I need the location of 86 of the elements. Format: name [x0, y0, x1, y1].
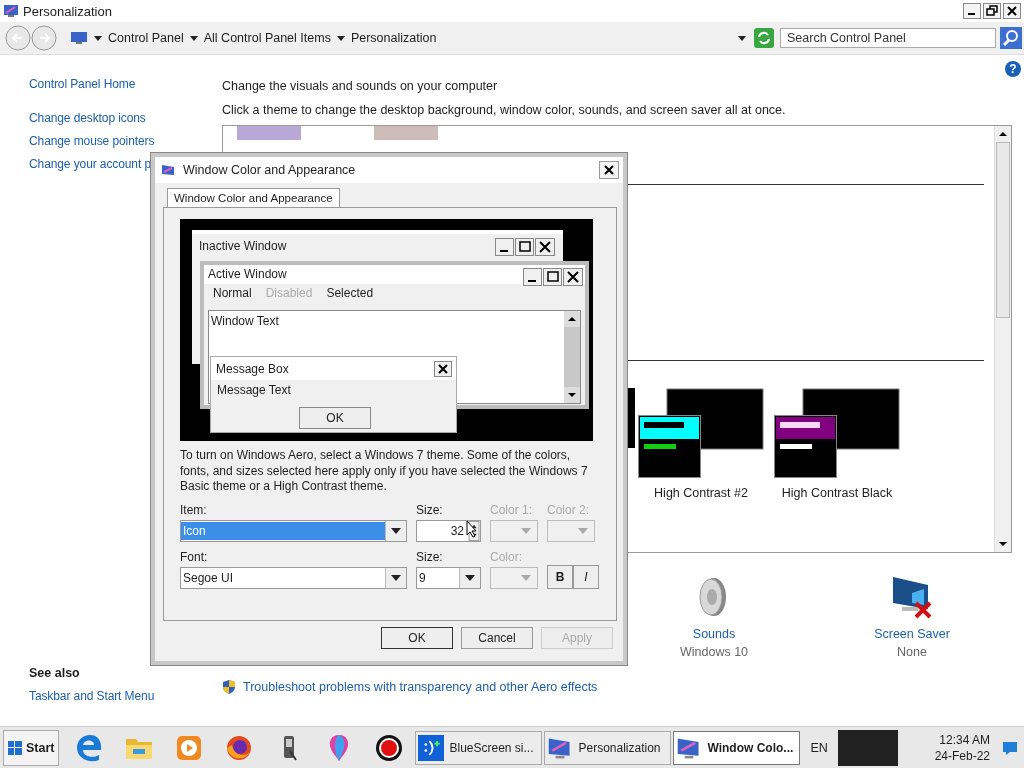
see-also-heading: See also	[29, 665, 81, 682]
color-dropdown[interactable]	[547, 519, 595, 542]
sad-face-icon	[418, 734, 445, 761]
dropdown-caret-icon[interactable]	[94, 35, 102, 41]
sidebar-link[interactable]: Control Panel Home	[29, 73, 222, 96]
dialog-title: Window Color and Appearance	[183, 163, 356, 177]
restore-button[interactable]	[983, 3, 1001, 19]
page-heading: Change the visuals and sounds on your computer	[222, 78, 499, 94]
dropdown-caret-icon	[391, 574, 401, 581]
window-buttons-icon	[523, 268, 583, 286]
window-title: Personalization	[23, 3, 112, 19]
window-title: Inactive Window	[198, 238, 287, 253]
field-label: Size:	[416, 502, 444, 517]
window-buttons-icon	[495, 238, 555, 256]
setting-link[interactable]: Screen Saver	[874, 627, 950, 641]
theme-label[interactable]: High Contrast Black	[781, 486, 893, 500]
theme-thumbnail[interactable]	[374, 126, 438, 140]
start-button[interactable]: Start	[3, 729, 60, 766]
notification-icon[interactable]	[1002, 740, 1018, 755]
setting-link[interactable]: Sounds	[692, 627, 736, 641]
page-description: Click a theme to change the desktop background, window color, sounds, and screen saver all at once.	[222, 102, 787, 118]
dropdown-field[interactable]: 9	[416, 566, 481, 589]
windows-logo-icon	[8, 740, 22, 755]
taskbar-button[interactable]: Personalization	[544, 730, 672, 765]
field-label: Font:	[180, 549, 209, 564]
dropdown-caret-icon[interactable]	[336, 35, 345, 41]
window-app-icon	[3, 4, 19, 18]
theme-thumbnail[interactable]	[638, 388, 764, 478]
help-button[interactable]: ?	[1005, 61, 1021, 77]
close-button[interactable]	[599, 161, 619, 179]
dropdown-caret-icon[interactable]	[189, 35, 198, 41]
sidebar-link[interactable]: Change mouse pointers	[29, 130, 222, 153]
theme-thumbnail[interactable]	[774, 388, 900, 478]
setting-value: Windows 10	[679, 645, 749, 659]
troubleshoot-link[interactable]: Troubleshoot problems with transparency and other Aero effects	[243, 680, 598, 694]
language-indicator[interactable]: EN	[810, 740, 828, 755]
breadcrumb-item[interactable]: Personalization	[350, 31, 437, 45]
dialog-button[interactable]: OK	[381, 627, 453, 649]
dropdown-caret-icon	[578, 527, 588, 534]
sidebar-link[interactable]: Taskbar and Start Menu	[29, 685, 222, 708]
tray-area[interactable]	[837, 729, 898, 766]
dropdown-caret-icon	[465, 574, 475, 581]
aero-note: To turn on Windows Aero, select a Windows 7 theme. Some of the colors, fonts, and sizes selected here apply only if you have selected the Windows 7 Basic theme or a High Contrast theme.	[180, 448, 589, 495]
setting-value: None	[897, 645, 927, 659]
breadcrumb-item[interactable]: Control Panel	[108, 31, 184, 45]
theme-thumbnail[interactable]	[237, 126, 301, 140]
dropdown-caret-icon[interactable]	[738, 35, 746, 41]
color-dropdown[interactable]	[490, 566, 538, 589]
breadcrumb-item[interactable]: All Control Panel Items	[203, 31, 331, 45]
tab[interactable]: Window Color and Appearance	[167, 188, 340, 207]
monitor-icon[interactable]	[890, 575, 934, 619]
italic-button[interactable]: I	[573, 564, 599, 589]
field-label: Color 2:	[547, 502, 591, 517]
monitor-icon	[161, 163, 177, 177]
field-label: Size:	[416, 549, 444, 564]
message-box-title: Message Box	[216, 362, 289, 376]
taskbar-button[interactable]: Window Colo...	[673, 730, 801, 765]
field-label: Color 1:	[490, 502, 534, 517]
monitor-icon	[70, 30, 88, 46]
back-forward-buttons[interactable]	[4, 24, 60, 52]
dropdown-caret-icon	[391, 527, 401, 534]
clock[interactable]: 12:34 AM 24-Feb-22	[934, 731, 1000, 764]
search-icon[interactable]	[1000, 27, 1022, 49]
bold-button[interactable]: B	[547, 564, 573, 589]
dropdown-field[interactable]: Segoe UI	[180, 566, 407, 589]
dropdown-caret-icon	[521, 574, 531, 581]
search-field[interactable]: Search Control Panel	[780, 28, 996, 48]
field-label: Item:	[180, 502, 208, 517]
sidebar-link[interactable]: Change desktop icons	[29, 107, 222, 130]
window-text: Window Text	[210, 313, 279, 328]
minimize-button[interactable]	[963, 3, 981, 19]
refresh-button[interactable]	[754, 28, 774, 48]
taskbar-button[interactable]: BlueScreen si...	[415, 730, 543, 765]
color-dropdown[interactable]	[490, 519, 538, 542]
size-spinner[interactable]: 32	[416, 519, 481, 542]
dialog-button[interactable]: Cancel	[461, 627, 533, 649]
record-icon[interactable]	[374, 732, 405, 763]
shield-icon	[221, 679, 237, 695]
mouse-cursor-icon	[466, 520, 478, 538]
scrollbar[interactable]	[994, 126, 1011, 552]
dropdown-caret-icon	[521, 527, 531, 534]
message-text: Message Text	[216, 382, 292, 397]
theme-label[interactable]: High Contrast #2	[654, 486, 748, 500]
field-label: Color:	[490, 549, 523, 564]
menu-item: Disabled	[265, 286, 313, 300]
close-button[interactable]	[1003, 3, 1021, 19]
